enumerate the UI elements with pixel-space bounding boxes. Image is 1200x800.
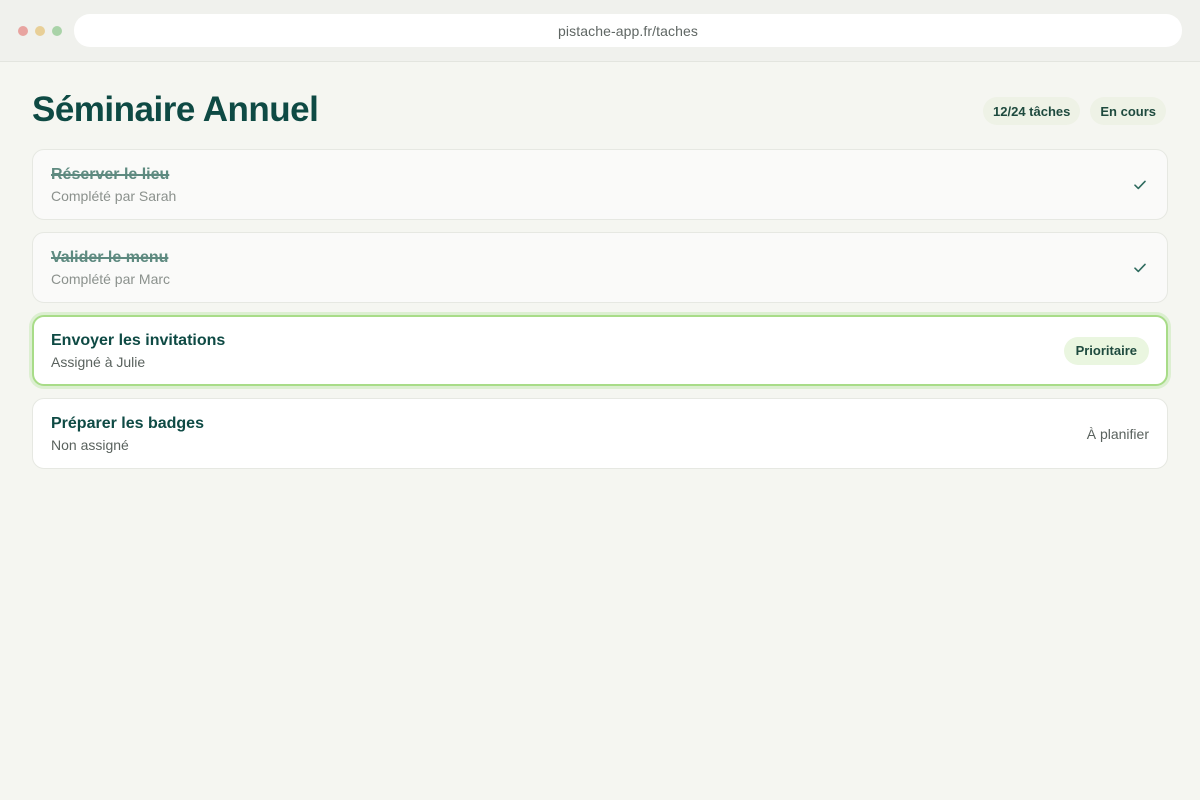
browser-chrome: pistache-app.fr/taches bbox=[0, 0, 1200, 62]
task-subtitle: Non assigné bbox=[51, 436, 129, 453]
task-subtitle: Complété par Sarah bbox=[51, 187, 177, 204]
task-title: Réserver le lieu bbox=[51, 165, 170, 183]
maximize-window-dot[interactable] bbox=[52, 26, 62, 36]
task-item-valider-menu[interactable]: Valider le menu Complété par Marc bbox=[32, 232, 1168, 303]
task-subtitle: Complété par Marc bbox=[51, 270, 171, 287]
address-bar[interactable]: pistache-app.fr/taches bbox=[74, 14, 1182, 47]
task-item-preparer-badges[interactable]: Préparer les badges Non assigné À planif… bbox=[32, 398, 1168, 469]
check-icon bbox=[1133, 261, 1147, 275]
check-icon bbox=[1133, 178, 1147, 192]
task-title: Valider le menu bbox=[51, 248, 169, 266]
task-item-envoyer-invitations[interactable]: Envoyer les invitations Assigné à Julie … bbox=[32, 315, 1168, 386]
close-window-dot[interactable] bbox=[18, 26, 28, 36]
task-title: Préparer les badges bbox=[51, 414, 204, 432]
task-title: Envoyer les invitations bbox=[51, 331, 226, 349]
task-text: Valider le menu Complété par Marc bbox=[51, 248, 170, 288]
task-item-reserver-lieu[interactable]: Réserver le lieu Complété par Sarah bbox=[32, 149, 1168, 220]
minimize-window-dot[interactable] bbox=[35, 26, 45, 36]
task-status: À planifier bbox=[1086, 425, 1149, 442]
task-text: Envoyer les invitations Assigné à Julie bbox=[51, 331, 225, 371]
page-title: Séminaire Annuel bbox=[32, 90, 319, 129]
header-badges: 12/24 tâches En cours bbox=[983, 97, 1166, 125]
task-subtitle: Assigné à Julie bbox=[51, 353, 146, 370]
url-text: pistache-app.fr/taches bbox=[558, 22, 698, 39]
task-text: Préparer les badges Non assigné bbox=[51, 414, 204, 454]
progress-badge: 12/24 tâches bbox=[983, 97, 1081, 125]
task-list: Réserver le lieu Complété par Sarah Vali… bbox=[32, 149, 1168, 481]
task-text: Réserver le lieu Complété par Sarah bbox=[51, 165, 176, 205]
status-badge: En cours bbox=[1090, 97, 1166, 125]
priority-badge: Prioritaire bbox=[1063, 336, 1149, 365]
